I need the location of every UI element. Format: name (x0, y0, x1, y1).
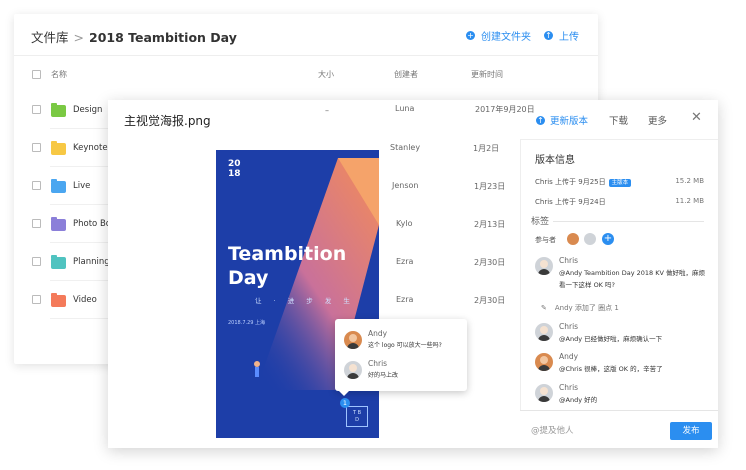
poster-image[interactable]: 20 18 Teambition Day 让 · 进 步 发 生 2018.7.2… (216, 150, 379, 438)
avatar (535, 384, 553, 402)
poster-headline: Teambition Day (228, 242, 346, 290)
upload-button[interactable]: ↑ 上传 (544, 28, 579, 43)
row-checkbox[interactable] (32, 219, 41, 228)
file-preview-window: 主视觉海报.png ↑更新版本 下载 更多 ✕ – Stanley 1月2日 –… (108, 100, 718, 448)
comment-text: 这个 logo 可以放大一些吗? (368, 342, 442, 349)
row-updated: 2017年9月20日 (475, 105, 535, 114)
avatar (344, 361, 362, 379)
version-text: Chris 上传于 9月24日 (535, 198, 606, 206)
row-updated: 2月13日 (474, 220, 506, 229)
row-checkbox[interactable] (32, 181, 41, 190)
row-creator: Stanley (390, 143, 421, 152)
participant-avatar[interactable] (567, 233, 579, 245)
plus-icon: + (466, 31, 475, 40)
comment-text: @Andy Teambition Day 2018 KV 做好啦，麻烦看一下这样… (559, 269, 706, 289)
version-item[interactable]: Chris 上传于 9月25日 主版本 15.2 MB (535, 177, 704, 187)
main-version-badge: 主版本 (608, 179, 632, 187)
folder-name[interactable]: Live (73, 181, 90, 191)
comment-input-bar: @提及他人 发布 (520, 410, 718, 448)
breadcrumb-separator: > (73, 30, 84, 45)
preview-title: 主视觉海报.png (124, 114, 211, 128)
poster-logo: T B D (346, 406, 368, 427)
annotation-popover: Andy 这个 logo 可以放大一些吗? Chris 好的马上改 (335, 319, 467, 396)
comment-input[interactable]: @提及他人 (528, 422, 668, 440)
avatar (535, 353, 553, 371)
row-checkbox[interactable] (32, 105, 41, 114)
pencil-icon: ✎ (541, 304, 547, 312)
row-updated: 2月30日 (474, 296, 506, 305)
comment-author: Chris (559, 322, 579, 331)
row-updated: 2月30日 (474, 258, 506, 267)
breadcrumb-current: 2018 Teambition Day (89, 30, 237, 45)
create-folder-button[interactable]: + 创建文件夹 (466, 28, 531, 43)
version-item[interactable]: Chris 上传于 9月24日 11.2 MB (535, 197, 704, 207)
folder-name[interactable]: Video (73, 295, 97, 305)
row-updated: 1月23日 (474, 182, 506, 191)
create-folder-label: 创建文件夹 (481, 32, 531, 43)
add-participant-icon[interactable]: + (602, 233, 614, 245)
preview-header-right (520, 100, 718, 140)
table-header: 名称 大小 创建者 更新时间 (14, 69, 598, 85)
folder-name[interactable]: Planning (73, 257, 110, 267)
upload-icon: ↑ (544, 31, 553, 40)
annotation-pin[interactable]: 1 (340, 398, 350, 408)
divider (553, 221, 704, 222)
library-header: 文件库 >2018 Teambition Day + 创建文件夹 ↑ 上传 (14, 14, 598, 56)
version-size: 15.2 MB (675, 177, 704, 185)
version-info-title: 版本信息 (535, 155, 575, 166)
comment-text: @Andy 好的 (559, 396, 598, 404)
select-all-checkbox[interactable] (32, 70, 41, 79)
folder-icon (51, 217, 66, 231)
column-updated[interactable]: 更新时间 (471, 69, 503, 80)
activity-text: Andy 添加了 圈点 1 (554, 304, 619, 312)
breadcrumb-root[interactable]: 文件库 (31, 30, 69, 45)
row-checkbox[interactable] (32, 295, 41, 304)
row-size: – (325, 106, 329, 115)
tags-title[interactable]: 标签 (531, 214, 549, 227)
row-checkbox[interactable] (32, 143, 41, 152)
folder-icon (51, 179, 66, 193)
row-creator: Luna (395, 104, 415, 113)
row-checkbox[interactable] (32, 257, 41, 266)
row-creator: Ezra (396, 295, 414, 304)
version-text: Chris 上传于 9月25日 (535, 178, 606, 186)
column-size[interactable]: 大小 (318, 69, 334, 80)
avatar (535, 257, 553, 275)
folder-name[interactable]: Design (73, 105, 102, 115)
comment-author: Andy (368, 329, 388, 338)
folder-icon (51, 255, 66, 269)
poster-graphic (254, 158, 379, 390)
folder-icon (51, 293, 66, 307)
participant-avatar[interactable] (584, 233, 596, 245)
poster-year: 20 18 (228, 159, 241, 179)
comment-text: @Andy 已经做好啦，麻烦确认一下 (559, 335, 663, 343)
comment-author: Chris (368, 359, 388, 368)
comment-text: @Chris 很棒，这版 OK 的，辛苦了 (559, 365, 663, 373)
avatar (344, 331, 362, 349)
activity-item: ✎ Andy 添加了 圈点 1 (541, 303, 619, 313)
upload-label: 上传 (559, 32, 579, 43)
breadcrumb: 文件库 >2018 Teambition Day (31, 27, 237, 46)
column-creator[interactable]: 创建者 (394, 69, 418, 80)
poster-headline-line2: Day (228, 267, 269, 289)
comment-author: Chris (559, 383, 579, 392)
comment-text: 好的马上改 (368, 372, 399, 379)
column-name[interactable]: 名称 (51, 69, 67, 80)
folder-name[interactable]: Keynotes (73, 143, 112, 153)
folder-icon (51, 103, 66, 117)
row-creator: Ezra (396, 257, 414, 266)
comment-author: Andy (559, 352, 579, 361)
avatar (535, 323, 553, 341)
folder-icon (51, 141, 66, 155)
poster-date: 2018.7.29 上海 (228, 320, 266, 326)
row-creator: Kylo (396, 219, 413, 228)
info-sidebar: 版本信息 Chris 上传于 9月25日 主版本 15.2 MB Chris 上传… (520, 140, 718, 448)
comment-author: Chris (559, 256, 579, 265)
poster-slogan: 让 · 进 步 发 生 (255, 297, 355, 305)
poster-headline-line1: Teambition (228, 243, 347, 265)
row-updated: 1月2日 (473, 144, 500, 153)
row-creator: Jenson (392, 181, 419, 190)
publish-button[interactable]: 发布 (670, 422, 712, 440)
version-size: 11.2 MB (675, 197, 704, 205)
